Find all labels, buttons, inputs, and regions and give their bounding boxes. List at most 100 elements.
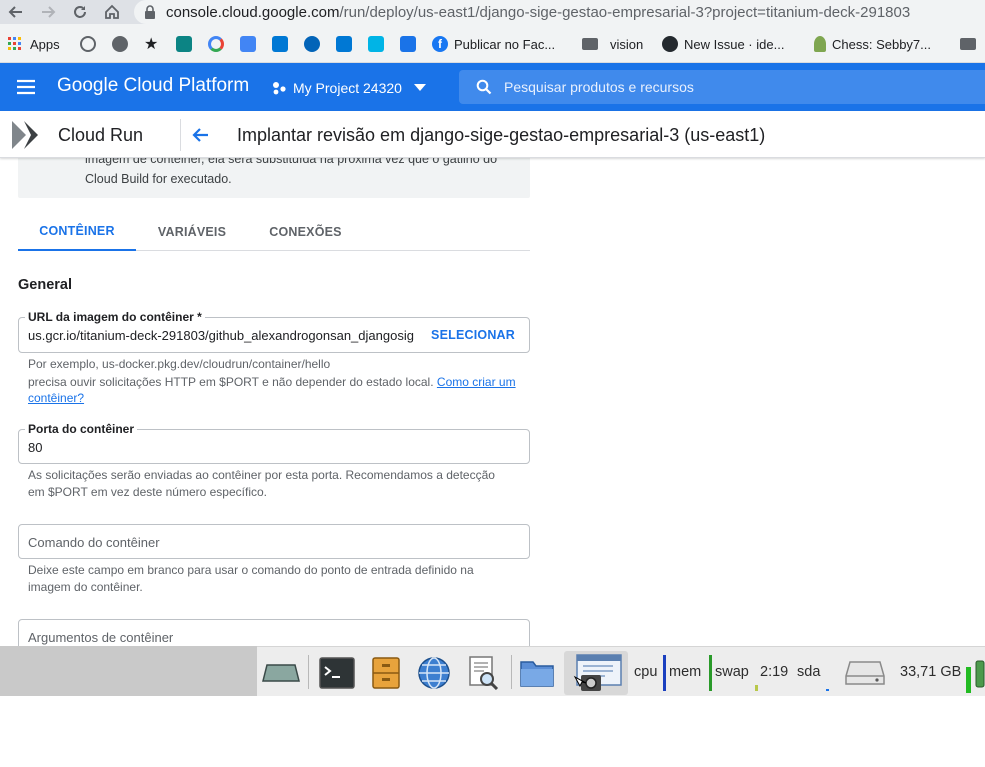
search-icon [476, 79, 492, 95]
battery-meter [966, 667, 971, 693]
bookmark-bing[interactable] [176, 32, 198, 56]
hard-drive-icon[interactable] [843, 655, 887, 691]
bookmark-app[interactable] [368, 32, 390, 56]
bookmark-github[interactable]: New Issue · ide... [662, 32, 784, 56]
image-url-hint: Por exemplo, us-docker.pkg.dev/cloudrun/… [28, 356, 518, 407]
bookmark-google[interactable] [208, 32, 230, 56]
container-args-placeholder: Argumentos de contêiner [28, 630, 174, 645]
bookmarks-bar: Apps ★ f Publicar no Fac... vision New I… [0, 24, 985, 63]
bookmark-label: Apps [30, 36, 60, 52]
bing-icon [272, 36, 288, 52]
container-args-field[interactable]: Argumentos de contêiner [18, 619, 530, 646]
address-bar[interactable]: console.cloud.google.com/run/deploy/us-e… [134, 0, 985, 24]
command-hint: Deixe este campo em branco para usar o c… [28, 563, 474, 594]
star-icon: ★ [144, 36, 159, 53]
tab-connections[interactable]: CONEXÕES [248, 212, 363, 251]
cloud-run-logo-icon [10, 119, 44, 151]
bookmark-label: Chess: Sebby7... [832, 36, 931, 52]
bookmark-star[interactable]: ★ [144, 32, 158, 56]
container-command-field[interactable]: Comando do contêiner [18, 524, 530, 559]
app-icon [368, 36, 384, 52]
bookmark-label: New Issue · ide... [684, 36, 785, 52]
document-viewer-icon[interactable] [463, 655, 503, 691]
bookmark-vision[interactable]: vision [582, 32, 643, 56]
taskbar: cpu mem swap 2:19 sda 33,71 GB [257, 646, 985, 696]
container-port-field[interactable]: Porta do contêiner 80 [18, 422, 530, 464]
select-image-button[interactable]: SELECIONAR [423, 328, 515, 342]
project-name: My Project 24320 [293, 80, 402, 96]
hint-line: Por exemplo, us-docker.pkg.dev/cloudrun/… [28, 357, 331, 371]
disk-meter [826, 689, 829, 691]
notice-line: imagem de contêiner, ela será substituíd… [85, 158, 498, 166]
browser-toolbar: console.cloud.google.com/run/deploy/us-e… [0, 0, 985, 24]
blank-area [0, 696, 985, 767]
gcp-header: Google Cloud Platform My Project 24320 P… [0, 63, 985, 111]
back-arrow-icon[interactable] [190, 124, 212, 146]
page-title: Implantar revisão em django-sige-gestao-… [237, 125, 766, 145]
product-title: Cloud Run [58, 125, 144, 145]
home-icon[interactable] [102, 2, 122, 22]
web-browser-icon[interactable] [414, 655, 454, 691]
bookmark-history[interactable] [80, 32, 102, 56]
cpu-label: cpu [634, 664, 658, 680]
show-desktop-icon[interactable] [261, 655, 301, 691]
image-url-field[interactable]: URL da imagem do contêiner * us.gcr.io/t… [18, 310, 530, 353]
taskbar-empty-area [0, 646, 257, 696]
screenshot-tool-icon[interactable] [564, 651, 628, 695]
history-icon [80, 36, 96, 52]
file-cabinet-icon[interactable] [366, 655, 406, 691]
port-hint: As solicitações serão enviadas ao contêi… [28, 468, 495, 499]
folder-icon[interactable] [517, 655, 557, 691]
container-port-value[interactable]: 80 [28, 440, 42, 455]
battery-icon[interactable] [975, 655, 985, 691]
translate-icon [240, 36, 256, 52]
url-host: console.cloud.google.com [166, 3, 340, 21]
swap-label: swap [715, 664, 749, 680]
tab-bar: CONTÊINER VARIÁVEIS CONEXÕES [18, 212, 530, 251]
clock[interactable]: 2:19 [760, 664, 788, 680]
github-icon [662, 36, 678, 52]
divider [511, 655, 512, 689]
bookmark-onedrive[interactable] [304, 32, 326, 56]
back-arrow-icon[interactable] [6, 2, 26, 22]
reload-icon[interactable] [70, 2, 90, 22]
bookmark-outlook[interactable] [336, 32, 358, 56]
lock-icon [144, 5, 156, 19]
gcp-product-name[interactable]: Google Cloud Platform [57, 75, 249, 97]
bookmark-apps[interactable]: Apps [8, 32, 60, 56]
bookmark-bing-2[interactable] [272, 32, 294, 56]
bookmark-chess[interactable]: Chess: Sebby7... [814, 32, 931, 56]
google-icon [208, 36, 224, 52]
tab-container[interactable]: CONTÊINER [18, 212, 136, 251]
container-command-placeholder: Comando do contêiner [28, 535, 160, 550]
bookmark-photos[interactable] [400, 32, 422, 56]
product-bar: Cloud Run Implantar revisão em django-si… [0, 111, 985, 158]
facebook-icon: f [432, 36, 448, 52]
mem-meter [709, 655, 712, 691]
cpu-meter [663, 655, 666, 691]
apps-grid-icon [8, 37, 22, 51]
url-path: /run/deploy/us-east1/django-sige-gestao-… [339, 3, 911, 21]
image-url-value[interactable]: us.gcr.io/titanium-deck-291803/github_al… [28, 328, 414, 343]
swap-meter [755, 685, 758, 691]
bookmark-translate[interactable] [240, 32, 262, 56]
project-icon [272, 81, 286, 95]
project-picker[interactable]: My Project 24320 [272, 76, 426, 100]
bookmark-settings[interactable] [112, 32, 134, 56]
onedrive-icon [304, 36, 320, 52]
tab-variables[interactable]: VARIÁVEIS [136, 212, 248, 251]
divider [308, 655, 309, 689]
main-content[interactable]: imagem de contêiner, ela será substituíd… [0, 158, 985, 646]
terminal-icon[interactable] [317, 655, 357, 691]
forward-arrow-icon[interactable] [38, 2, 58, 22]
hamburger-menu-icon[interactable] [14, 75, 38, 99]
outlook-icon [336, 36, 352, 52]
bookmark-folder[interactable] [960, 32, 982, 56]
hint-line: precisa ouvir solicitações HTTP em $PORT… [28, 374, 434, 389]
chevron-down-icon [413, 84, 426, 92]
bookmark-facebook[interactable]: f Publicar no Fac... [432, 32, 555, 56]
field-label: Porta do contêiner [25, 422, 138, 436]
search-input[interactable]: Pesquisar produtos e recursos [459, 70, 985, 104]
bing-icon [176, 36, 192, 52]
bookmark-label: Publicar no Fac... [454, 36, 556, 52]
